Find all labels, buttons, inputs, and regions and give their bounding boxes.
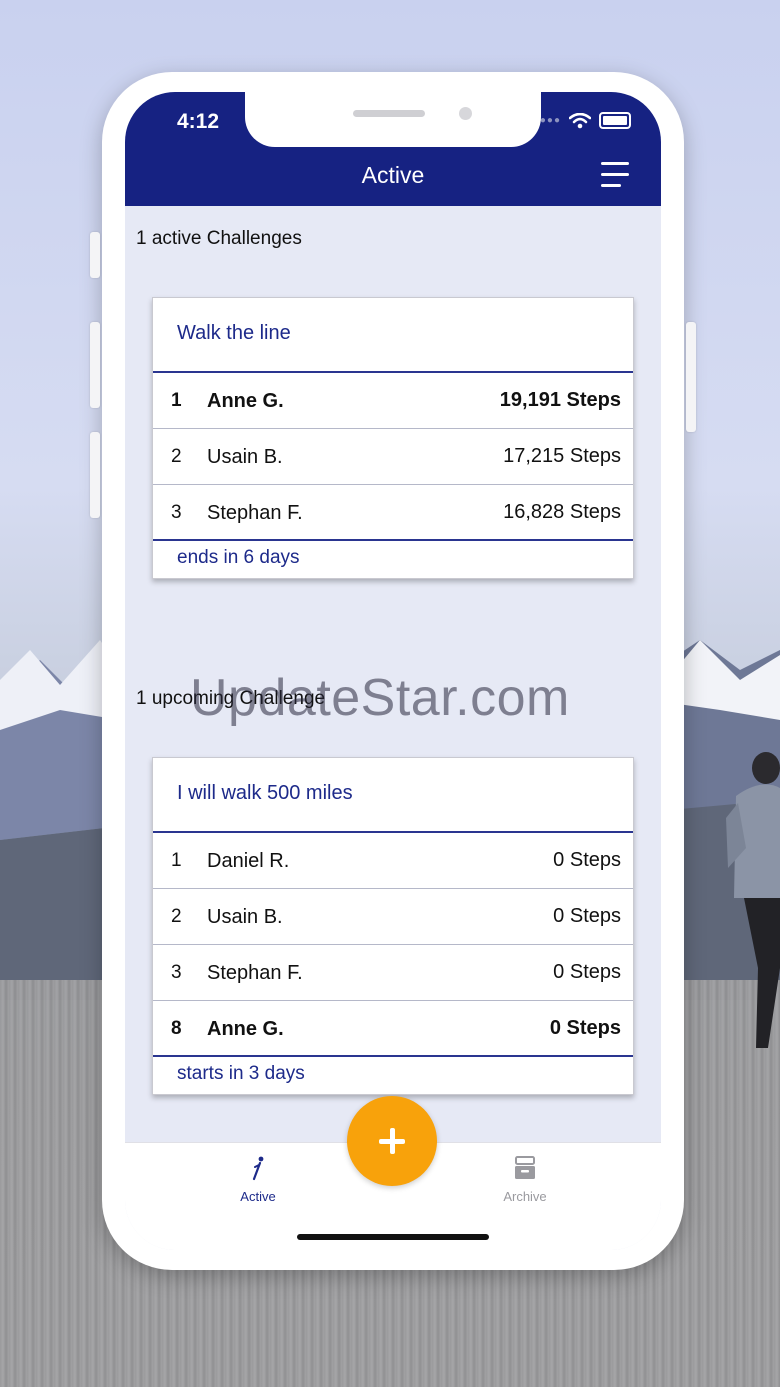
row-participant-name: Usain B. [207,446,283,468]
row-participant-name: Anne G. [207,1018,284,1040]
challenge-title: Walk the line [153,298,633,373]
walker-icon [252,1156,264,1181]
runner-figure [726,752,780,1048]
row-steps: 0 Steps [553,849,621,871]
row-steps: 16,828 Steps [503,501,621,523]
row-rank: 3 [171,502,182,523]
row-rank: 8 [171,1018,182,1039]
leaderboard-row: 3 Stephan F. 16,828 Steps [153,485,633,541]
page-title: Active [361,162,425,188]
status-icons: ●●●● [533,112,631,129]
row-steps: 0 Steps [553,905,621,927]
row-steps: 19,191 Steps [499,389,621,411]
leaderboard-row: 2 Usain B. 17,215 Steps [153,429,633,485]
archive-box-icon [515,1156,535,1179]
leaderboard-row: 2 Usain B. 0 Steps [153,889,633,945]
challenge-title: I will walk 500 miles [153,758,633,833]
row-steps: 0 Steps [549,1017,621,1039]
leaderboard-row: 1 Daniel R. 0 Steps [153,833,633,889]
volume-up-button [90,322,100,408]
row-steps: 0 Steps [553,961,621,983]
row-rank: 2 [171,446,182,467]
row-participant-name: Anne G. [207,390,284,412]
speaker-grille [353,110,425,117]
challenge-footer: starts in 3 days [177,1063,305,1084]
mute-switch [90,232,100,278]
wifi-icon [569,112,591,128]
row-participant-name: Stephan F. [207,502,303,524]
power-button [686,322,696,432]
row-participant-name: Stephan F. [207,962,303,984]
row-participant-name: Daniel R. [207,850,290,872]
row-rank: 1 [171,850,182,871]
battery-icon [599,112,631,129]
tab-active[interactable]: Active [213,1155,303,1204]
leaderboard-row: 3 Stephan F. 0 Steps [153,945,633,1001]
tab-archive-label: Archive [503,1189,547,1204]
front-camera [459,107,472,120]
nav-bar: Active [125,148,661,206]
leaderboard-row: 1 Anne G. 19,191 Steps [153,373,633,429]
volume-down-button [90,432,100,518]
device-notch [245,92,541,147]
row-rank: 2 [171,906,182,927]
watermark-text: UpdateStar.com [190,669,570,727]
row-steps: 17,215 Steps [503,445,621,467]
menu-icon[interactable] [601,162,629,188]
status-time: 4:12 [177,110,220,133]
row-rank: 1 [171,390,182,411]
leaderboard-row: 8 Anne G. 0 Steps [153,1001,633,1057]
home-indicator[interactable] [297,1234,489,1240]
tab-archive[interactable]: Archive [480,1155,570,1204]
row-participant-name: Usain B. [207,906,283,928]
plus-icon-vertical [390,1128,395,1154]
challenge-footer: ends in 6 days [177,547,300,568]
challenge-card-upcoming[interactable]: I will walk 500 miles 1 Daniel R. 0 Step… [152,757,634,1095]
tab-active-label: Active [240,1189,276,1204]
row-rank: 3 [171,962,182,983]
challenge-card-active[interactable]: Walk the line 1 Anne G. 19,191 Steps 2 U… [152,297,634,579]
active-section-label: 1 active Challenges [136,228,302,249]
add-challenge-button[interactable] [347,1096,437,1186]
